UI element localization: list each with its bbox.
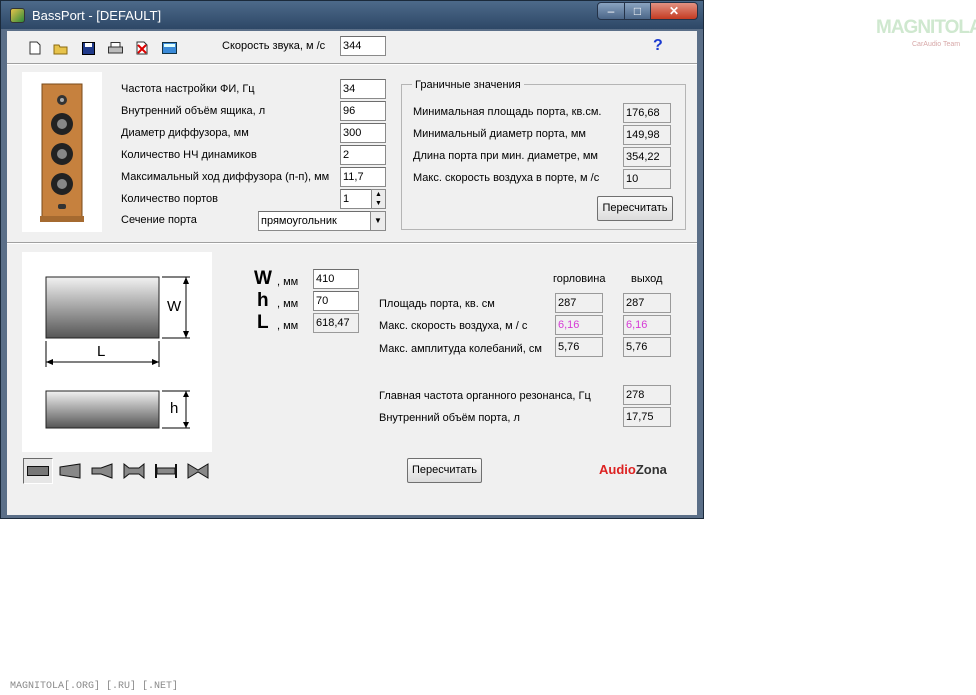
cone-diameter-label: Диаметр диффузора, мм [121, 127, 249, 139]
port-area-exit: 287 [623, 293, 671, 313]
min-area-label: Минимальная площадь порта, кв.см. [413, 106, 602, 118]
app-window: BassPort - [DEFAULT] – □ ✕ Скорость звук… [0, 0, 704, 519]
organ-resonance-label: Главная частота органного резонанса, Гц [379, 390, 591, 402]
h-letter: h [257, 290, 269, 311]
port-area-throat: 287 [555, 293, 603, 313]
max-amplitude-label: Макс. амплитуда колебаний, см [379, 343, 542, 355]
minimize-button[interactable]: – [597, 2, 625, 20]
recalc-button[interactable]: Пересчитать [407, 458, 482, 483]
l-unit: , мм [277, 320, 299, 332]
straight-flanged-icon[interactable] [151, 458, 181, 484]
port-count-spinner[interactable]: ▲ ▼ [371, 189, 386, 209]
port-count-label: Количество портов [121, 193, 218, 205]
close-button[interactable]: ✕ [650, 2, 698, 20]
delete-icon[interactable] [134, 40, 150, 56]
limits-title: Граничные значения [412, 79, 524, 91]
horn-port-icon[interactable] [87, 458, 117, 484]
flared-one-side-icon[interactable] [55, 458, 85, 484]
separator [7, 63, 697, 65]
port-volume-value: 17,75 [623, 407, 671, 427]
max-air-speed-value: 10 [623, 169, 671, 189]
driver-count-label: Количество НЧ динамиков [121, 149, 257, 161]
chevron-down-icon[interactable]: ▼ [370, 211, 386, 231]
min-area-value: 176,68 [623, 103, 671, 123]
new-file-icon[interactable] [27, 40, 43, 56]
w-unit: , мм [277, 276, 299, 288]
port-length-label: Длина порта при мин. диаметре, мм [413, 150, 598, 162]
speaker-image [22, 72, 102, 232]
window-title: BassPort - [DEFAULT] [32, 8, 162, 23]
h-input[interactable]: 70 [313, 291, 359, 311]
diagram-w-label: W [167, 298, 182, 315]
organ-resonance-value: 278 [623, 385, 671, 405]
limits-recalc-button[interactable]: Пересчитать [597, 196, 673, 221]
throat-column-header: горловина [553, 273, 606, 285]
open-folder-icon[interactable] [53, 40, 69, 56]
title-bar[interactable]: BassPort - [DEFAULT] – □ ✕ [1, 1, 703, 29]
audiozona-logo: AudioZona [599, 462, 667, 477]
tuning-freq-input[interactable]: 34 [340, 79, 386, 99]
watermark-footer: MAGNITOLA[.ORG] [.RU] [.NET] [10, 681, 179, 692]
max-speed-throat: 6,16 [555, 315, 603, 335]
sound-speed-label: Скорость звука, м /с [222, 40, 326, 52]
calculator-icon[interactable] [161, 40, 177, 56]
max-excursion-label: Максимальный ход диффузора (п-п), мм [121, 171, 330, 183]
tuning-freq-label: Частота настройки ФИ, Гц [121, 83, 255, 95]
h-unit: , мм [277, 298, 299, 310]
max-amplitude-throat: 5,76 [555, 337, 603, 357]
client-area: Скорость звука, м /с 344 ? Частота настр… [7, 31, 697, 515]
double-flare-icon[interactable] [119, 458, 149, 484]
diagram-l-label: L [97, 343, 106, 360]
app-icon[interactable] [10, 8, 25, 23]
cone-diameter-input[interactable]: 300 [340, 123, 386, 143]
min-diameter-value: 149,98 [623, 125, 671, 145]
separator [7, 242, 697, 244]
diagram-h-label: h [170, 400, 179, 417]
max-amplitude-exit: 5,76 [623, 337, 671, 357]
help-icon[interactable]: ? [653, 37, 663, 55]
min-diameter-label: Минимальный диаметр порта, мм [413, 128, 586, 140]
port-length-value: 354,22 [623, 147, 671, 167]
port-section-select[interactable]: прямоугольник [258, 211, 371, 231]
hourglass-port-icon[interactable] [183, 458, 213, 484]
box-volume-label: Внутренний объём ящика, л [121, 105, 266, 117]
exit-column-header: выход [631, 273, 663, 285]
port-diagram: W L h [22, 252, 212, 452]
w-input[interactable]: 410 [313, 269, 359, 289]
port-count-input[interactable]: 1 [340, 189, 372, 209]
l-value: 618,47 [313, 313, 359, 333]
w-letter: W [254, 268, 272, 289]
sound-speed-input[interactable]: 344 [340, 36, 386, 56]
box-volume-input[interactable]: 96 [340, 101, 386, 121]
port-section-label: Сечение порта [121, 214, 197, 226]
driver-count-input[interactable]: 2 [340, 145, 386, 165]
watermark-sub: CarAudio Team [912, 41, 961, 48]
port-volume-label: Внутренний объём порта, л [379, 412, 520, 424]
l-letter: L [257, 312, 269, 333]
watermark-logo: MAGNITOLA [876, 17, 976, 38]
rect-port-icon[interactable] [23, 458, 53, 484]
max-speed-exit: 6,16 [623, 315, 671, 335]
port-area-label: Площадь порта, кв. см [379, 298, 495, 310]
max-air-speed-label: Макс. скорость воздуха в порте, м /с [413, 172, 600, 184]
max-excursion-input[interactable]: 11,7 [340, 167, 386, 187]
print-icon[interactable] [107, 40, 123, 56]
maximize-button[interactable]: □ [624, 2, 651, 20]
max-speed-label: Макс. скорость воздуха, м / с [379, 320, 528, 332]
save-icon[interactable] [80, 40, 96, 56]
